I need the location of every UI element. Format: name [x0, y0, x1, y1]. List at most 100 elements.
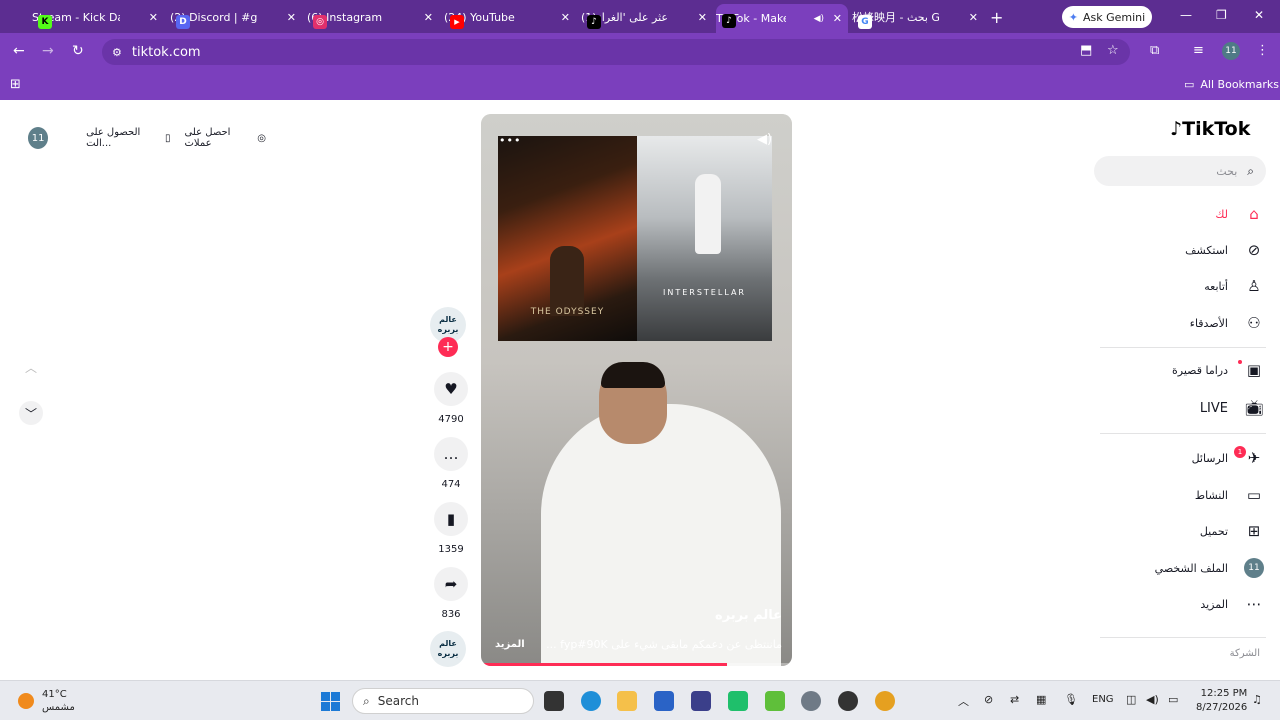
sidebar-item-friends[interactable]: الأصدقاء ⚇ [1100, 308, 1266, 338]
tab-instagram[interactable]: ◎ (6) Instagram ✕ [307, 5, 439, 29]
previous-video-button[interactable]: ︿ [19, 355, 43, 379]
tab-tiktok-active[interactable]: ♪ TikTok - Make ◀) ✕ [716, 4, 848, 33]
sidebar-item-explore[interactable]: استكشف ⊘ [1100, 235, 1266, 265]
close-icon[interactable]: ✕ [833, 12, 842, 25]
notification-bell-icon[interactable]: ♫ [1252, 693, 1262, 706]
sidebar-item-following[interactable]: أتابعه ♙ [1100, 271, 1266, 301]
get-app-button[interactable]: الحصول على الت... ▯ [86, 127, 170, 149]
speaker-icon[interactable]: ◀) [814, 14, 824, 24]
search-input[interactable]: بحث ⌕ [1094, 156, 1266, 186]
folder-icon: ▭ [1184, 78, 1195, 91]
extensions-icon[interactable]: ⧉ [1150, 43, 1159, 58]
utorrent-icon[interactable] [765, 691, 785, 711]
close-icon[interactable]: ✕ [561, 11, 570, 24]
language-indicator[interactable]: ENG [1092, 694, 1114, 705]
apps-grid-icon[interactable]: ⊞ [10, 77, 21, 92]
video-progress-bar[interactable] [481, 663, 792, 666]
sound-avatar[interactable]: عالم بربره [430, 631, 466, 667]
file-explorer-icon[interactable] [617, 691, 637, 711]
tab-discord[interactable]: D (2) Discord | #gen ✕ [170, 5, 302, 29]
sidebar-item-for-you[interactable]: لك ⌂ [1100, 199, 1266, 229]
google-icon: G [858, 15, 872, 29]
tab-kick[interactable]: K Stream - Kick Das ✕ [32, 5, 164, 29]
back-arrow-icon[interactable]: ← [13, 43, 25, 59]
poster-figure [550, 246, 584, 316]
profile-button[interactable]: 11 [1222, 42, 1240, 60]
tab-tiktok-search[interactable]: ♪ (1)اعثر على 'الغراء ✕ [581, 5, 713, 29]
store-icon[interactable] [654, 691, 674, 711]
tab-google[interactable]: G 松峰映月 - بحث G ✕ [852, 5, 984, 29]
tab-youtube[interactable]: ▶ (24) YouTube ✕ [444, 5, 576, 29]
url-text: tiktok.com [131, 44, 201, 60]
video-author[interactable]: عالم بربره [715, 608, 782, 623]
kick-icon: K [38, 15, 52, 29]
all-bookmarks-button[interactable]: ▭ All Bookmarks [1184, 78, 1279, 91]
taskbar-search[interactable]: ⌕ Search [352, 688, 534, 714]
app-icon[interactable] [691, 691, 711, 711]
video-player[interactable]: THE ODYSSEY INTERSTELLAR ••• ◀) عالم برب… [481, 114, 792, 666]
app-icon[interactable] [728, 691, 748, 711]
discord-icon: D [176, 15, 190, 29]
new-tab-button[interactable]: + [990, 8, 1003, 27]
close-window-button[interactable]: ✕ [1254, 8, 1264, 22]
menu-kebab-icon[interactable]: ⋮ [1256, 43, 1269, 58]
reload-icon[interactable]: ↻ [72, 43, 84, 59]
like-button[interactable]: ♥ 4790 [431, 372, 471, 425]
sidebar-divider [1100, 347, 1266, 348]
tray-icon[interactable]: ⊘ [984, 693, 993, 706]
sidebar-item-profile[interactable]: الملف الشخصي 11 [1100, 553, 1266, 583]
save-button[interactable]: ▮ 1359 [431, 502, 471, 555]
close-icon[interactable]: ✕ [969, 11, 978, 24]
ask-gemini-button[interactable]: ✦ Ask Gemini [1062, 6, 1152, 28]
battery-icon[interactable]: ▭ [1168, 693, 1178, 706]
forward-arrow-icon[interactable]: → [42, 43, 54, 59]
footer-company-link[interactable]: الشركة [1160, 648, 1260, 659]
more-dots-icon: ⋯ [1246, 595, 1262, 613]
sidebar-item-more[interactable]: المزيد ⋯ [1100, 589, 1266, 619]
media-control-icon[interactable]: ≡ [1193, 43, 1204, 58]
sidebar-item-label: تحميل [1199, 524, 1228, 538]
edge-icon[interactable] [581, 691, 601, 711]
next-video-button[interactable]: ﹀ [19, 401, 43, 425]
close-icon[interactable]: ✕ [698, 11, 707, 24]
video-progress-fill [481, 663, 727, 666]
weather-desc: مشمس [42, 702, 75, 713]
wifi-icon[interactable]: ◫ [1126, 693, 1136, 706]
windows-start-icon[interactable] [321, 692, 340, 711]
taskbar-search-label: Search [377, 694, 419, 708]
follow-plus-button[interactable]: + [438, 337, 458, 357]
sidebar-item-activity[interactable]: النشاط ▭ [1100, 480, 1266, 510]
sidebar-item-live[interactable]: LIVE 📺︎ [1100, 393, 1266, 423]
share-button[interactable]: ➦ 836 [431, 567, 471, 620]
get-coins-button[interactable]: احصل على عملات ◎ [184, 127, 266, 149]
close-icon[interactable]: ✕ [424, 11, 433, 24]
tray-expand-icon[interactable]: ︿ [958, 693, 969, 709]
clock[interactable]: 12:25 PM 8/27/2026 [1196, 687, 1247, 715]
install-app-icon[interactable]: ⬒ [1080, 43, 1092, 58]
site-info-icon[interactable]: ⚙ [112, 46, 122, 59]
comment-button[interactable]: … 474 [431, 437, 471, 490]
volume-icon[interactable]: ◀) [757, 132, 772, 147]
minimize-button[interactable]: — [1180, 8, 1192, 22]
sidebar-item-upload[interactable]: تحميل ⊞ [1100, 516, 1266, 546]
user-avatar[interactable]: 11 [28, 127, 49, 149]
close-icon[interactable]: ✕ [149, 11, 158, 24]
more-options-icon[interactable]: ••• [499, 134, 521, 147]
url-field[interactable]: ⚙ tiktok.com [102, 39, 1130, 65]
maximize-button[interactable]: ❐ [1216, 8, 1227, 22]
tray-icon[interactable]: ⇄ [1010, 693, 1019, 706]
app-icon[interactable] [838, 691, 858, 711]
tray-icon[interactable]: ▦ [1036, 693, 1046, 706]
microphone-icon[interactable]: 🎙︎ [1064, 693, 1078, 706]
settings-icon[interactable] [801, 691, 821, 711]
home-icon: ⌂ [1249, 205, 1259, 223]
chrome-icon[interactable] [875, 691, 895, 711]
tiktok-logo[interactable]: ♪TikTok [1170, 118, 1250, 140]
task-view-icon[interactable] [544, 691, 564, 711]
bookmark-star-icon[interactable]: ☆ [1107, 43, 1119, 58]
caption-more-button[interactable]: المزيد [495, 639, 525, 650]
phone-icon: ▯ [164, 132, 171, 144]
weather-widget[interactable]: 41°C مشمس [18, 688, 75, 714]
volume-icon[interactable]: ◀) [1146, 693, 1159, 706]
close-icon[interactable]: ✕ [287, 11, 296, 24]
